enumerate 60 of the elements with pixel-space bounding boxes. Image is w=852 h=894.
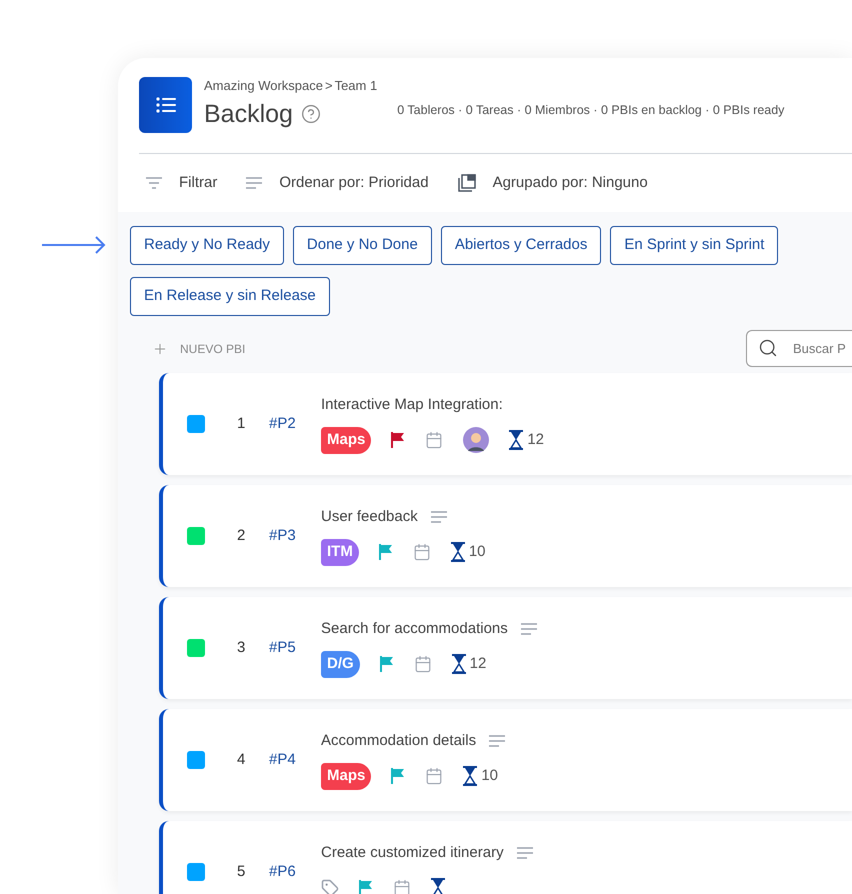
calendar-icon <box>393 879 411 894</box>
page-title: Backlog <box>204 98 293 130</box>
backlog-row[interactable]: 1 #P2 Interactive Map Integration: Maps 12 <box>159 373 852 475</box>
backlog-row[interactable]: 3 #P5 Search for accommodations D/G 12 <box>159 597 852 699</box>
tag-label: Maps <box>321 427 372 454</box>
row-number: 5 <box>237 862 246 882</box>
search-icon <box>758 338 778 358</box>
filter-chip[interactable]: Abiertos y Cerrados <box>440 226 602 265</box>
group-button[interactable]: Agrupado por: Ninguno <box>456 172 648 194</box>
estimate-value: 10 <box>468 542 486 562</box>
tag-icon <box>321 879 339 894</box>
calendar-icon <box>412 543 431 562</box>
row-number: 4 <box>237 750 246 770</box>
tag-label: D/G <box>321 651 360 678</box>
pbi-id[interactable]: #P4 <box>269 748 313 772</box>
calendar-icon <box>425 431 444 450</box>
filter-chip[interactable]: Done y No Done <box>292 226 432 265</box>
backlog-row[interactable]: 5 #P6 Create customized itinerary <box>159 821 852 894</box>
row-number: 1 <box>237 414 246 434</box>
pbi-title[interactable]: Interactive Map Integration: <box>321 394 503 416</box>
hourglass-icon <box>452 654 466 674</box>
group-icon <box>456 173 477 193</box>
hourglass-icon <box>463 766 478 786</box>
filter-chip[interactable]: En Release y sin Release <box>130 277 330 316</box>
search-field[interactable]: Buscar P <box>746 330 852 367</box>
pbi-id[interactable]: #P6 <box>269 860 313 884</box>
hourglass-icon <box>431 878 445 894</box>
estimate-value: 12 <box>470 654 486 674</box>
pbi-title[interactable]: Create customized itinerary <box>321 842 504 864</box>
tag-label: ITM <box>321 539 359 566</box>
sort-icon <box>245 176 264 190</box>
pbi-id[interactable]: #P2 <box>269 412 313 436</box>
pbi-title[interactable]: Accommodation details <box>321 730 476 752</box>
filter-chip[interactable]: En Sprint y sin Sprint <box>610 226 778 265</box>
backlog-row[interactable]: 2 #P3 User feedback ITM 10 <box>159 485 852 587</box>
breadcrumb-separator: > <box>324 77 333 95</box>
row-number: 3 <box>237 638 246 658</box>
pbi-title[interactable]: User feedback <box>321 506 418 528</box>
breadcrumb-link[interactable]: Amazing Workspace <box>204 76 323 96</box>
estimate-value: 10 <box>481 766 498 786</box>
filter-chip[interactable]: Ready y No Ready <box>130 226 284 265</box>
filter-icon <box>145 176 163 190</box>
pbi-title[interactable]: Search for accommodations <box>321 618 508 640</box>
calendar-icon <box>414 655 432 674</box>
pbi-id[interactable]: #P3 <box>269 524 313 548</box>
help-icon[interactable] <box>300 104 321 124</box>
filter-button[interactable]: Filtrar <box>145 172 218 194</box>
backlog-row[interactable]: 4 #P4 Accommodation details Maps 10 <box>159 709 852 811</box>
hourglass-icon <box>450 542 465 562</box>
list-icon <box>156 96 176 112</box>
row-number: 2 <box>237 526 246 546</box>
pbi-id[interactable]: #P5 <box>269 636 313 660</box>
hourglass-icon <box>509 430 524 450</box>
sort-button[interactable]: Ordenar por: Prioridad <box>245 172 429 194</box>
breadcrumb-link[interactable]: Team 1 <box>334 76 378 96</box>
calendar-icon <box>425 767 444 786</box>
arrow-icon <box>42 236 106 254</box>
backlog-stats: 0 Tableros · 0 Tareas · 0 Miembros · 0 PBIs en backlog · 0 PBIs ready <box>397 102 784 120</box>
tag-label: Maps <box>321 763 372 790</box>
estimate-value: 12 <box>527 430 544 450</box>
